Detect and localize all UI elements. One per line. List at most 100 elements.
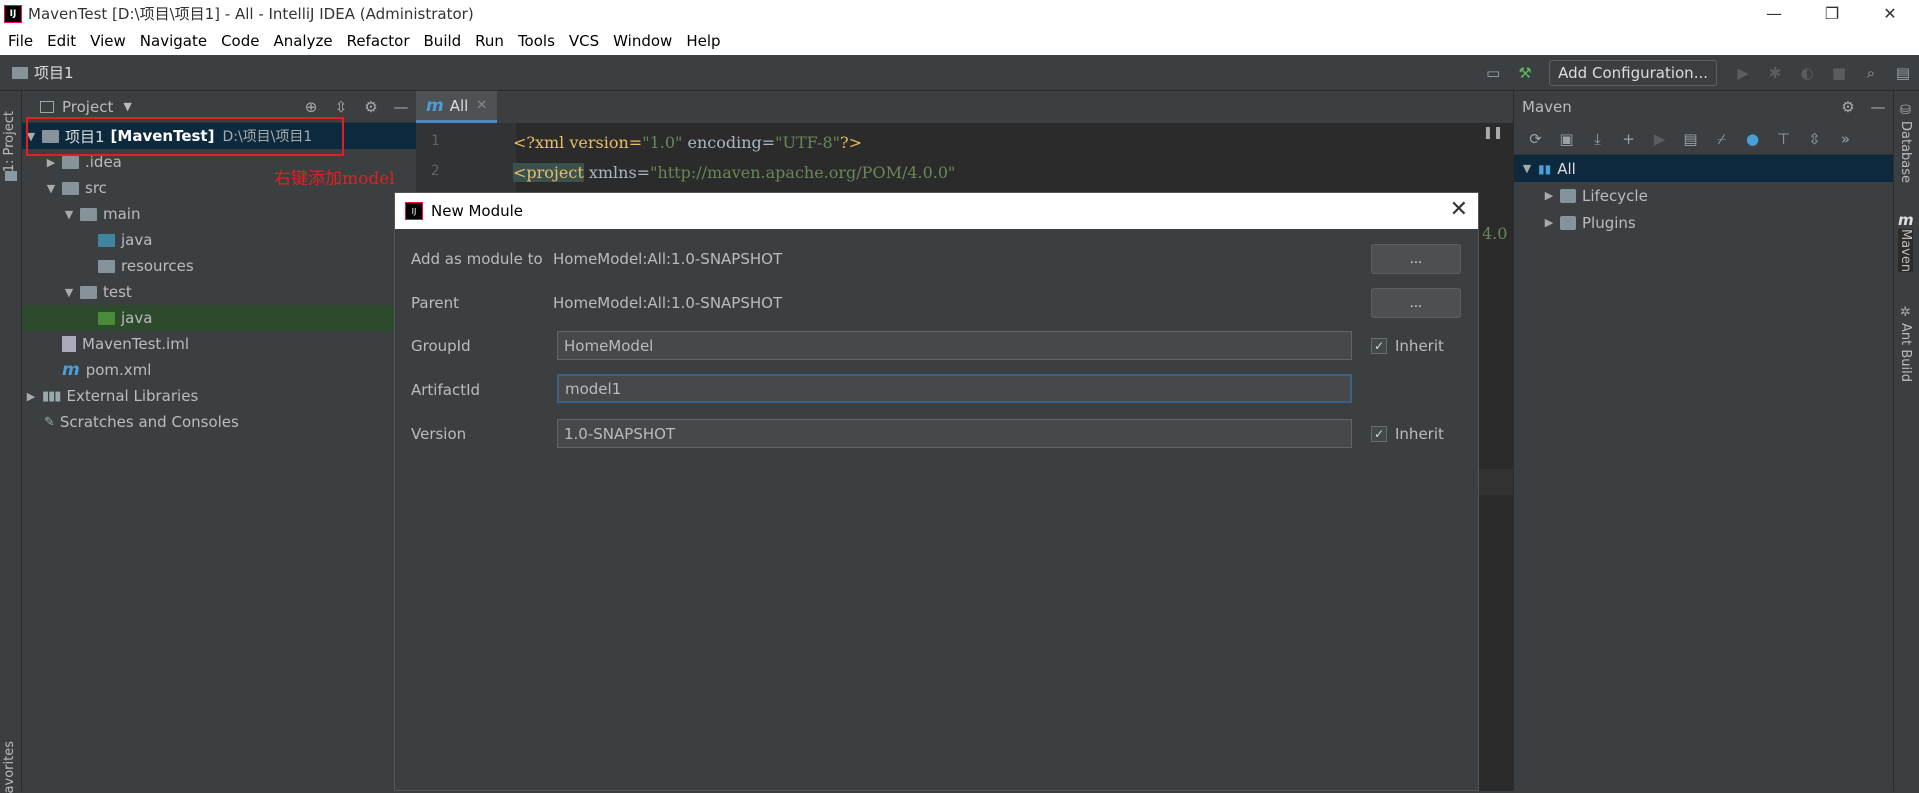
hide-icon[interactable]: — <box>1863 98 1893 116</box>
collapse-all-icon[interactable]: ⇳ <box>1799 130 1830 148</box>
coverage-icon[interactable]: ◐ <box>1794 60 1820 86</box>
layout-icon[interactable]: ▭ <box>1480 60 1506 86</box>
close-tab-icon[interactable]: ✕ <box>476 98 487 113</box>
tree-row-scratches[interactable]: ✎ Scratches and Consoles <box>22 409 416 435</box>
tree-label-main: main <box>103 205 141 223</box>
expand-arrow-icon[interactable]: ▼ <box>62 208 76 221</box>
project-view-icon <box>40 100 54 113</box>
stop-icon[interactable]: ■ <box>1826 60 1852 86</box>
download-icon[interactable]: ⤓ <box>1582 130 1613 148</box>
show-dependencies-icon[interactable]: ⊤ <box>1768 130 1799 148</box>
breadcrumb-project[interactable]: 项目1 <box>34 62 74 83</box>
version-inherit-checkbox[interactable]: ✓ Inherit <box>1371 425 1444 443</box>
code-token: xmlns= <box>583 163 651 182</box>
add-as-module-browse-button[interactable]: ... <box>1371 244 1461 274</box>
breadcrumb[interactable]: 项目1 <box>12 62 74 83</box>
parent-label: Parent <box>411 294 460 312</box>
hide-icon[interactable]: — <box>386 98 416 116</box>
maven-file-icon: m <box>62 360 80 380</box>
version-field[interactable]: 1.0-SNAPSHOT <box>557 419 1352 448</box>
maven-row-lifecycle[interactable]: ▶ Lifecycle <box>1514 182 1893 209</box>
tree-row-main-java[interactable]: java <box>22 227 416 253</box>
project-structure-icon[interactable]: ▤ <box>1890 60 1916 86</box>
expand-arrow-icon[interactable]: ▼ <box>62 286 76 299</box>
checkbox-check-icon[interactable]: ✓ <box>1371 426 1387 442</box>
menu-tools[interactable]: Tools <box>511 32 562 50</box>
debug-icon[interactable]: ✱ <box>1762 60 1788 86</box>
menu-analyze[interactable]: Analyze <box>266 32 339 50</box>
maven-row-all[interactable]: ▼ ▮▮ All <box>1514 155 1893 182</box>
run-icon[interactable]: ▶ <box>1730 60 1756 86</box>
code-token: "http://maven.apache.org/POM/4.0.0" <box>650 163 956 182</box>
minimize-button[interactable]: — <box>1745 0 1803 27</box>
expand-arrow-icon[interactable]: ▼ <box>44 182 58 195</box>
groupid-field[interactable]: HomeModel <box>557 331 1352 360</box>
chevron-down-icon[interactable]: ▼ <box>123 100 131 113</box>
close-window-button[interactable]: ✕ <box>1861 0 1919 27</box>
tree-row-test-java[interactable]: java <box>22 305 416 331</box>
tree-row-external-libraries[interactable]: ▶ ▮▮▮ External Libraries <box>22 383 416 409</box>
gear-icon[interactable]: ⚙ <box>1833 98 1863 116</box>
project-view-selector[interactable]: Project ▼ <box>40 98 132 116</box>
restore-button[interactable]: ❐ <box>1803 0 1861 27</box>
tree-row-pom[interactable]: m pom.xml <box>22 357 416 383</box>
locate-icon[interactable]: ⊕ <box>296 98 326 116</box>
expand-arrow-icon[interactable]: ▶ <box>1542 189 1556 202</box>
artifactid-field[interactable]: model1 <box>557 374 1352 403</box>
menu-window[interactable]: Window <box>606 32 679 50</box>
code-line-2[interactable]: <project xmlns="http://maven.apache.org/… <box>513 163 955 182</box>
tree-row-main[interactable]: ▼ main <box>22 201 416 227</box>
maven-tool-tab[interactable]: Maven <box>1898 229 1913 273</box>
ant-build-tool-tab[interactable]: Ant Build <box>1898 323 1913 382</box>
menu-run[interactable]: Run <box>468 32 511 50</box>
favorites-tool-tab[interactable]: avorites <box>2 741 17 793</box>
tab-pom-all[interactable]: m All ✕ <box>416 91 498 123</box>
maven-row-plugins[interactable]: ▶ Plugins <box>1514 209 1893 236</box>
generate-sources-icon[interactable]: ▣ <box>1551 130 1582 148</box>
code-token: ?> <box>840 133 862 152</box>
toggle-offline-icon[interactable]: ⌿ <box>1706 130 1737 148</box>
database-tool-tab[interactable]: Database <box>1898 121 1913 183</box>
menu-bar: File Edit View Navigate Code Analyze Ref… <box>0 27 1919 55</box>
search-icon[interactable]: ⌕ <box>1858 60 1884 86</box>
code-line-1[interactable]: <?xml version="1.0" encoding="UTF-8"?> <box>513 133 862 152</box>
more-icon[interactable]: » <box>1830 130 1861 148</box>
menu-help[interactable]: Help <box>679 32 727 50</box>
annotation-highlight-box <box>26 117 344 156</box>
tree-row-iml[interactable]: MavenTest.iml <box>22 331 416 357</box>
gear-icon[interactable]: ⚙ <box>356 98 386 116</box>
project-tool-tab[interactable]: 1: Project <box>2 111 17 172</box>
expand-arrow-icon[interactable]: ▶ <box>44 156 58 169</box>
dialog-title-bar: IJ New Module ✕ <box>395 193 1478 229</box>
tree-label-pom: pom.xml <box>85 361 152 379</box>
expand-arrow-icon[interactable]: ▶ <box>24 390 38 403</box>
menu-view[interactable]: View <box>83 32 133 50</box>
build-hammer-icon[interactable]: ⚒ <box>1512 60 1538 86</box>
execute-goal-icon[interactable]: ▤ <box>1675 130 1706 148</box>
menu-navigate[interactable]: Navigate <box>133 32 214 50</box>
expand-arrow-icon[interactable]: ▶ <box>1542 216 1556 229</box>
skip-tests-icon[interactable]: ● <box>1737 130 1768 148</box>
reimport-icon[interactable]: ⟳ <box>1520 130 1551 148</box>
menu-edit[interactable]: Edit <box>40 32 83 50</box>
menu-vcs[interactable]: VCS <box>562 32 606 50</box>
add-configuration-button[interactable]: Add Configuration... <box>1549 60 1717 86</box>
menu-code[interactable]: Code <box>214 32 266 50</box>
test-folder-icon <box>98 311 115 325</box>
menu-build[interactable]: Build <box>417 32 469 50</box>
menu-refactor[interactable]: Refactor <box>340 32 417 50</box>
tree-row-test[interactable]: ▼ test <box>22 279 416 305</box>
expand-arrow-icon[interactable]: ▼ <box>1520 162 1534 175</box>
project-pane-title[interactable]: Project <box>62 98 113 116</box>
collapse-all-icon[interactable]: ⇳ <box>326 98 356 116</box>
parent-browse-button[interactable]: ... <box>1371 288 1461 318</box>
menu-file[interactable]: File <box>0 32 40 50</box>
lifecycle-folder-icon <box>1560 188 1576 203</box>
groupid-inherit-checkbox[interactable]: ✓ Inherit <box>1371 337 1444 355</box>
groupid-value: HomeModel <box>564 336 654 355</box>
tree-row-resources[interactable]: resources <box>22 253 416 279</box>
run-icon[interactable]: ▶ <box>1644 130 1675 148</box>
close-dialog-icon[interactable]: ✕ <box>1450 197 1468 222</box>
checkbox-check-icon[interactable]: ✓ <box>1371 338 1387 354</box>
add-icon[interactable]: + <box>1613 130 1644 148</box>
